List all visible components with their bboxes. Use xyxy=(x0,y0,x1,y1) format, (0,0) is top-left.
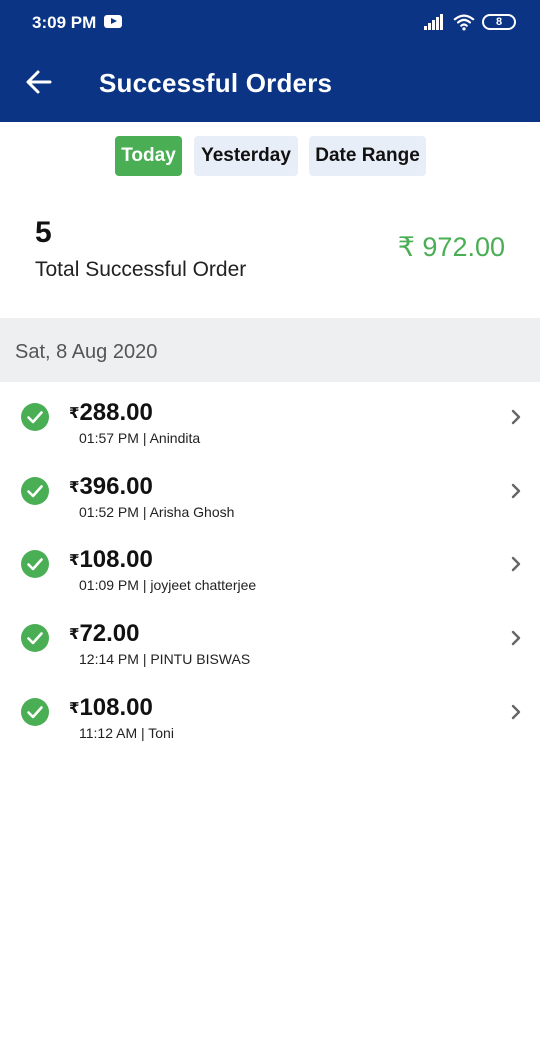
date-filter-tabs: Today Yesterday Date Range xyxy=(0,136,540,176)
chevron-right-icon xyxy=(511,483,521,499)
check-circle-icon xyxy=(21,698,49,726)
rupee-symbol: ₹ xyxy=(69,405,80,422)
date-group-header: Sat, 8 Aug 2020 xyxy=(0,318,540,382)
rupee-symbol: ₹ xyxy=(69,552,80,569)
rupee-symbol: ₹ xyxy=(69,479,80,496)
status-bar: 3:09 PM 8 xyxy=(0,0,540,46)
order-amount: ₹396.00 xyxy=(69,473,153,501)
total-amount: ₹ 972.00 xyxy=(397,232,505,262)
order-meta: 01:52 PM | Arisha Ghosh xyxy=(79,504,235,520)
check-circle-icon xyxy=(21,624,49,652)
list-item[interactable]: ₹288.00 01:57 PM | Anindita xyxy=(0,399,540,473)
battery-icon: 8 xyxy=(482,14,516,30)
tab-today[interactable]: Today xyxy=(115,136,182,176)
list-item[interactable]: ₹396.00 01:52 PM | Arisha Ghosh xyxy=(0,473,540,547)
order-meta: 12:14 PM | PINTU BISWAS xyxy=(79,651,251,667)
wifi-icon xyxy=(453,14,475,31)
page-title: Successful Orders xyxy=(99,68,333,98)
order-count-label: Total Successful Order xyxy=(35,258,247,281)
status-time: 3:09 PM xyxy=(32,13,97,32)
order-amount: ₹108.00 xyxy=(69,546,153,574)
order-meta: 01:57 PM | Anindita xyxy=(79,430,201,446)
amount-value: 72.00 xyxy=(79,620,140,647)
list-item[interactable]: ₹108.00 01:09 PM | joyjeet chatterjee xyxy=(0,546,540,620)
order-amount: ₹288.00 xyxy=(69,399,153,427)
amount-value: 288.00 xyxy=(79,399,153,426)
order-amount: ₹72.00 xyxy=(69,620,140,648)
youtube-notification-icon xyxy=(104,15,122,28)
order-amount: ₹108.00 xyxy=(69,694,153,722)
back-button[interactable] xyxy=(22,64,56,100)
list-item[interactable]: ₹108.00 11:12 AM | Toni xyxy=(0,694,540,768)
order-meta: 11:12 AM | Toni xyxy=(79,725,174,741)
check-circle-icon xyxy=(21,477,49,505)
date-group-label: Sat, 8 Aug 2020 xyxy=(15,341,158,363)
list-item[interactable]: ₹72.00 12:14 PM | PINTU BISWAS xyxy=(0,620,540,694)
chevron-right-icon xyxy=(511,556,521,572)
amount-value: 108.00 xyxy=(79,546,153,573)
chevron-right-icon xyxy=(511,630,521,646)
tab-date-range[interactable]: Date Range xyxy=(309,136,426,176)
app-bar: 3:09 PM 8 Successful Orders xyxy=(0,0,540,122)
check-circle-icon xyxy=(21,550,49,578)
chevron-right-icon xyxy=(511,704,521,720)
rupee-symbol: ₹ xyxy=(69,626,80,643)
chevron-right-icon xyxy=(511,409,521,425)
amount-value: 396.00 xyxy=(79,473,153,500)
amount-value: 108.00 xyxy=(79,694,153,721)
check-circle-icon xyxy=(21,403,49,431)
arrow-left-icon xyxy=(26,70,52,94)
signal-icon xyxy=(424,14,446,30)
order-meta: 01:09 PM | joyjeet chatterjee xyxy=(79,577,257,593)
order-count: 5 xyxy=(35,216,52,249)
rupee-symbol: ₹ xyxy=(69,700,80,717)
tab-yesterday[interactable]: Yesterday xyxy=(194,136,298,176)
